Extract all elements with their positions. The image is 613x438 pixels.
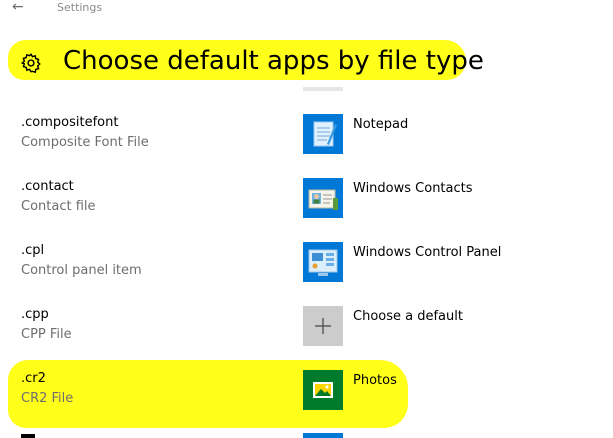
file-type-description: Control panel item [21,263,142,278]
file-extension: .cpp [21,307,49,322]
file-type-description: CPP File [21,327,72,342]
app-tile[interactable] [303,114,343,154]
next-app-tile-edge [303,433,343,438]
page-title: Choose default apps by file type [63,46,484,76]
contacts-icon [308,189,338,210]
previous-app-tile-edge [303,87,343,91]
app-tile[interactable] [303,306,343,346]
file-type-description: Contact file [21,199,96,214]
app-tile[interactable] [303,242,343,282]
app-tile[interactable] [303,370,343,410]
control-panel-icon [308,249,338,276]
title-bar: ← Settings [0,0,613,18]
next-row-extension-edge [21,434,35,438]
file-type-description: CR2 File [21,391,74,406]
file-extension: .cpl [21,243,45,258]
app-name[interactable]: Notepad [353,117,408,132]
file-extension: .compositefont [21,115,119,130]
back-arrow-icon[interactable]: ← [12,0,30,14]
app-name[interactable]: Photos [353,373,397,388]
app-name[interactable]: Choose a default [353,309,463,324]
app-name[interactable]: Windows Contacts [353,181,473,196]
photos-icon [313,382,333,398]
notepad-icon [313,121,337,147]
window-title: Settings [57,1,103,14]
file-extension: .contact [21,179,74,194]
gear-icon [20,53,41,74]
app-tile[interactable] [303,178,343,218]
app-name[interactable]: Windows Control Panel [353,245,501,260]
plus-icon [315,318,331,334]
file-type-description: Composite Font File [21,135,149,150]
file-extension: .cr2 [21,371,46,386]
